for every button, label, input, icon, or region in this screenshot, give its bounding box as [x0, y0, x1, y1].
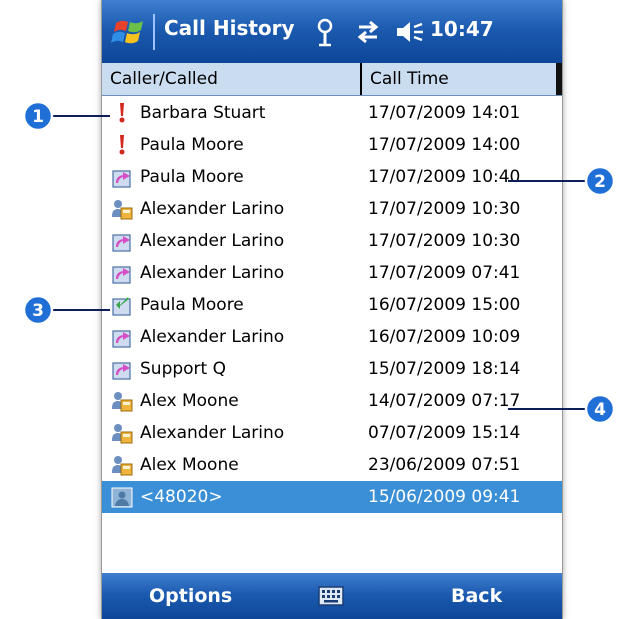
callout-line-1 — [52, 115, 110, 117]
contact-call-icon — [110, 197, 134, 221]
caller-name: Barbara Stuart — [140, 103, 266, 123]
callout-badge-3: 3 — [22, 294, 54, 326]
caller-name: Paula Moore — [140, 135, 244, 155]
callout-badge-1: 1 — [22, 100, 54, 132]
contact-call-icon — [110, 389, 134, 413]
call-history-row[interactable]: Alex Moone 23/06/2009 07:51 — [102, 449, 562, 481]
unknown-number-icon — [110, 485, 134, 509]
call-history-row[interactable]: Alexander Larino 16/07/2009 10:09 — [102, 321, 562, 353]
keyboard-icon[interactable] — [318, 586, 344, 606]
call-history-row[interactable]: Support Q 15/07/2009 18:14 — [102, 353, 562, 385]
svg-text:2: 2 — [594, 172, 606, 192]
back-button[interactable]: Back — [451, 573, 502, 619]
soft-key-bar: Options Back — [102, 573, 562, 619]
call-time: 17/07/2009 14:01 — [368, 103, 521, 123]
caller-name: Alexander Larino — [140, 263, 285, 283]
title-separator — [153, 14, 155, 50]
call-history-row[interactable]: Alexander Larino 07/07/2009 15:14 — [102, 417, 562, 449]
call-time: 17/07/2009 10:30 — [368, 199, 521, 219]
call-history-row[interactable]: <48020> 15/06/2009 09:41 — [102, 481, 562, 513]
call-time: 15/07/2009 18:14 — [368, 359, 521, 379]
callout-badge-2: 2 — [584, 165, 616, 197]
missed-call-icon — [110, 101, 134, 125]
caller-name: Paula Moore — [140, 295, 244, 315]
call-history-row[interactable]: Paula Moore 16/07/2009 15:00 — [102, 289, 562, 321]
callout-line-3 — [52, 309, 110, 311]
call-time: 15/06/2009 09:41 — [368, 487, 521, 507]
column-header: Caller/Called Call Time — [102, 63, 562, 96]
caller-name: Alexander Larino — [140, 423, 285, 443]
column-header-time[interactable]: Call Time — [370, 63, 449, 95]
caller-name: Alexander Larino — [140, 231, 285, 251]
call-time: 16/07/2009 15:00 — [368, 295, 521, 315]
call-history-row[interactable]: Paula Moore 17/07/2009 10:40 — [102, 161, 562, 193]
phone-screen: Call History 10:47 Caller/Called Call Ti… — [101, 0, 563, 619]
call-history-list: Barbara Stuart 17/07/2009 14:01 Paula Moor… — [102, 97, 562, 513]
volume-icon[interactable] — [395, 19, 425, 45]
header-edge — [556, 63, 562, 95]
options-button[interactable]: Options — [149, 573, 232, 619]
app-title: Call History — [164, 16, 295, 40]
call-time: 16/07/2009 10:09 — [368, 327, 521, 347]
call-history-row[interactable]: Barbara Stuart 17/07/2009 14:01 — [102, 97, 562, 129]
incoming-call-icon — [110, 293, 134, 317]
call-history-row[interactable]: Alexander Larino 17/07/2009 10:30 — [102, 193, 562, 225]
call-time: 17/07/2009 10:40 — [368, 167, 521, 187]
column-divider[interactable] — [360, 63, 362, 95]
outgoing-call-icon — [110, 229, 134, 253]
svg-text:3: 3 — [32, 301, 44, 321]
call-time: 17/07/2009 10:30 — [368, 231, 521, 251]
call-time: 07/07/2009 15:14 — [368, 423, 521, 443]
callout-badge-4: 4 — [584, 393, 616, 425]
windows-start-icon[interactable] — [110, 13, 148, 51]
caller-name: Alexander Larino — [140, 327, 285, 347]
svg-text:1: 1 — [32, 107, 44, 127]
callout-line-2 — [508, 180, 588, 182]
call-time: 17/07/2009 14:00 — [368, 135, 521, 155]
caller-name: Alex Moone — [140, 391, 239, 411]
outgoing-call-icon — [110, 261, 134, 285]
call-time: 23/06/2009 07:51 — [368, 455, 521, 475]
column-header-caller[interactable]: Caller/Called — [110, 63, 218, 95]
antenna-signal-icon[interactable] — [314, 17, 336, 47]
status-clock: 10:47 — [430, 17, 494, 41]
caller-name: Support Q — [140, 359, 226, 379]
outgoing-call-icon — [110, 357, 134, 381]
contact-call-icon — [110, 453, 134, 477]
caller-name: Alex Moone — [140, 455, 239, 475]
outgoing-call-icon — [110, 165, 134, 189]
caller-name: <48020> — [140, 487, 223, 507]
call-time: 17/07/2009 07:41 — [368, 263, 521, 283]
caller-name: Paula Moore — [140, 167, 244, 187]
title-bar: Call History 10:47 — [102, 0, 562, 63]
call-history-row[interactable]: Alexander Larino 17/07/2009 10:30 — [102, 225, 562, 257]
call-time: 14/07/2009 07:17 — [368, 391, 521, 411]
connectivity-icon[interactable] — [355, 19, 381, 45]
call-history-row[interactable]: Alex Moone 14/07/2009 07:17 — [102, 385, 562, 417]
svg-text:4: 4 — [594, 400, 606, 420]
call-history-row[interactable]: Alexander Larino 17/07/2009 07:41 — [102, 257, 562, 289]
contact-call-icon — [110, 421, 134, 445]
outgoing-call-icon — [110, 325, 134, 349]
caller-name: Alexander Larino — [140, 199, 285, 219]
call-history-row[interactable]: Paula Moore 17/07/2009 14:00 — [102, 129, 562, 161]
missed-call-icon — [110, 133, 134, 157]
callout-line-4 — [508, 408, 588, 410]
